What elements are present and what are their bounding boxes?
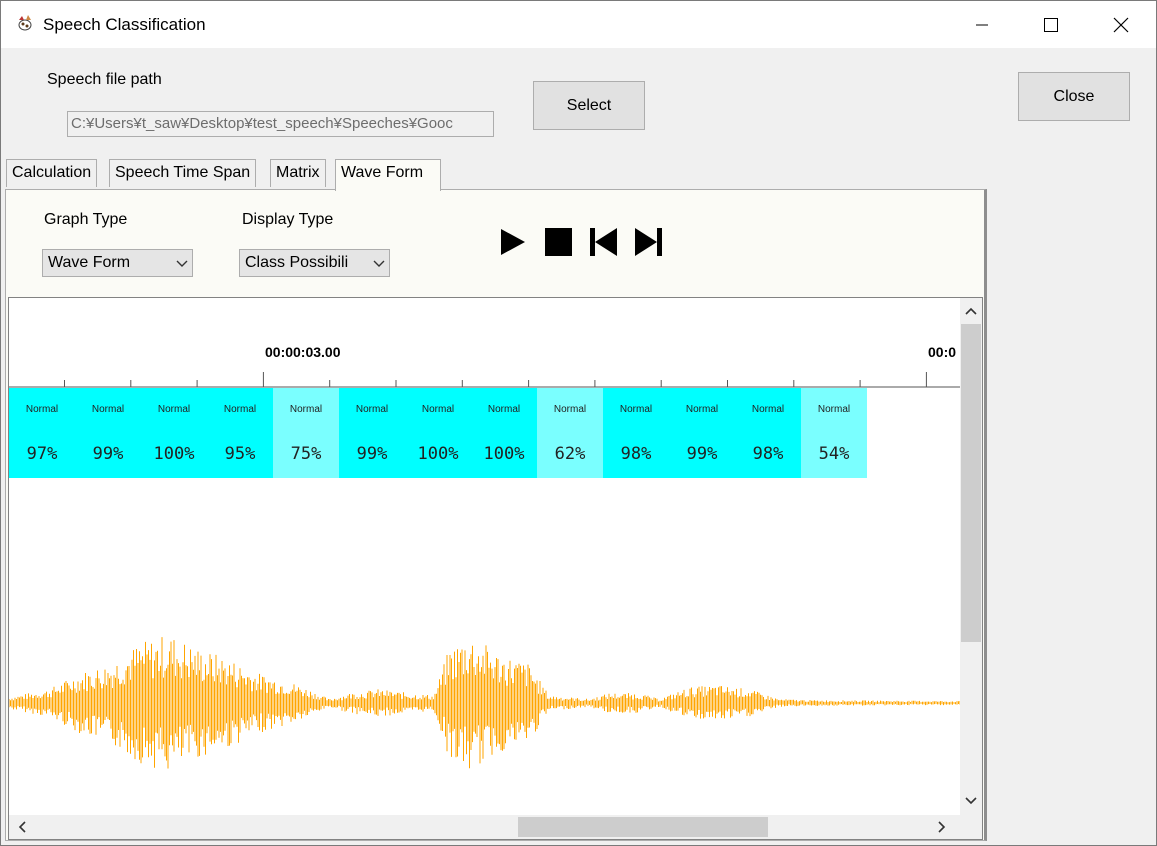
app-icon [18,15,32,31]
tab-matrix[interactable]: Matrix [270,159,326,187]
tab-calculation[interactable]: Calculation [6,159,98,187]
horizontal-scroll-thumb[interactable] [518,817,768,837]
maximize-button[interactable] [1028,1,1074,48]
tab-speech-time-span[interactable]: Speech Time Span [109,159,257,187]
classification-cell: Normal 100% [405,388,471,478]
chevron-down-icon [373,257,385,269]
waveform-graph[interactable]: 00:00:03.00 00:0 Normal 97% Normal 99% Norma… [8,297,983,840]
class-probability: 98% [620,444,652,464]
skip-forward-icon[interactable] [634,227,663,257]
window-title: Speech Classification [43,15,206,34]
scroll-down-icon[interactable] [960,790,982,812]
class-label: Normal [751,404,785,415]
graph-type-select[interactable]: Wave Form [42,249,193,277]
class-probability: 100% [483,444,525,464]
classification-cell: Normal 100% [471,388,537,478]
skip-back-icon[interactable] [589,227,618,257]
class-label: Normal [91,404,125,415]
classification-cell: Normal 97% [9,388,75,478]
stop-icon[interactable] [544,227,573,257]
class-label: Normal [223,404,257,415]
scroll-left-icon[interactable] [11,815,33,839]
file-path-field[interactable]: C:¥Users¥t_saw¥Desktop¥test_speech¥Speec… [67,111,494,137]
class-probability: 100% [153,444,195,464]
classification-cell: Normal 99% [339,388,405,478]
time-axis [9,372,962,388]
waveform [9,637,962,769]
class-label: Normal [553,404,587,415]
app-window: Speech Classification Speech file path C… [0,0,1157,846]
scroll-up-icon[interactable] [960,300,982,322]
file-path-label: Speech file path [47,71,162,88]
close-window-button[interactable] [1098,1,1144,48]
classification-cell: Normal 99% [669,388,735,478]
class-label: Normal [25,404,59,415]
timestamp-mark: 00:00:03.00 [265,344,341,360]
class-probability: 98% [752,444,784,464]
minimize-icon [976,24,988,25]
vertical-scrollbar[interactable] [960,298,982,816]
class-probability: 75% [290,444,322,464]
class-probability: 54% [818,444,850,464]
maximize-icon [1044,17,1058,32]
display-type-label: Display Type [242,211,334,228]
minimize-button[interactable] [959,1,1005,48]
class-probability: 62% [554,444,586,464]
close-button[interactable]: Close [1018,72,1130,121]
tab-wave-form[interactable]: Wave Form [335,159,441,191]
chevron-down-icon [176,260,188,267]
class-probability: 99% [356,444,388,464]
classification-cell: Normal 99% [75,388,141,478]
close-icon [1113,17,1129,32]
class-probability: 99% [686,444,718,464]
class-label: Normal [685,404,719,415]
classification-cell: Normal 54% [801,388,867,478]
class-probability: 97% [26,444,58,464]
graph-type-value: Wave Form [48,254,131,271]
classification-cell: Normal 98% [735,388,801,478]
waveform-trace [9,637,962,769]
title-bar: Speech Classification [1,1,1156,48]
display-type-select[interactable]: Class Possibili [239,249,390,277]
class-label: Normal [421,404,455,415]
class-label: Normal [289,404,323,415]
horizontal-scrollbar[interactable] [9,815,962,839]
class-label: Normal [817,404,851,415]
select-button[interactable]: Select [533,81,645,130]
class-probability: 99% [92,444,124,464]
classification-cell: Normal 100% [141,388,207,478]
class-label: Normal [157,404,191,415]
classification-cell: Normal 62% [537,388,603,478]
display-type-value: Class Possibili [245,254,349,271]
classification-cell: Normal 75% [273,388,339,478]
class-label: Normal [619,404,653,415]
class-probability: 95% [224,444,256,464]
classification-cell: Normal 95% [207,388,273,478]
play-icon[interactable] [499,227,527,257]
class-probability: 100% [417,444,459,464]
graph-type-label: Graph Type [44,211,128,228]
classification-cell: Normal 98% [603,388,669,478]
scroll-corner [960,815,982,839]
class-label: Normal [355,404,389,415]
scroll-right-icon[interactable] [931,815,953,839]
timestamp-mark: 00:0 [928,344,957,360]
vertical-scroll-thumb[interactable] [961,324,981,642]
class-label: Normal [487,404,521,415]
